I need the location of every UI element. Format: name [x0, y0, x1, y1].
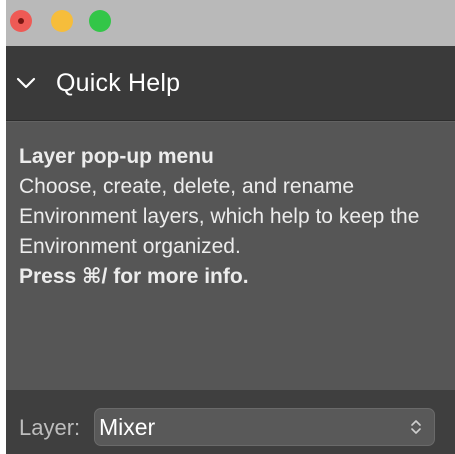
quick-help-window: Quick Help Layer pop-up menu Choose, cre… [6, 0, 455, 454]
help-text: Layer pop-up menu Choose, create, delete… [19, 142, 439, 292]
zoom-button[interactable] [89, 10, 111, 32]
layer-popup-value: Mixer [99, 414, 156, 440]
quick-help-header[interactable]: Quick Help [6, 46, 455, 121]
layer-popup-menu[interactable]: Mixer [94, 408, 435, 446]
close-indicator-icon [18, 18, 24, 24]
help-title: Layer pop-up menu [19, 145, 214, 168]
help-content: Layer pop-up menu Choose, create, delete… [6, 121, 455, 391]
up-down-chevrons-icon [411, 420, 421, 434]
layer-footer: Layer: Mixer [6, 390, 455, 454]
help-body: Choose, create, delete, and rename Envir… [19, 175, 420, 258]
title-bar[interactable] [6, 0, 455, 46]
layer-label: Layer: [19, 415, 81, 440]
minimize-button[interactable] [51, 10, 73, 32]
close-button[interactable] [10, 10, 32, 32]
chevron-down-icon[interactable] [16, 76, 36, 90]
panel-title: Quick Help [56, 69, 181, 97]
help-shortcut: Press ⌘/ for more info. [19, 265, 249, 288]
